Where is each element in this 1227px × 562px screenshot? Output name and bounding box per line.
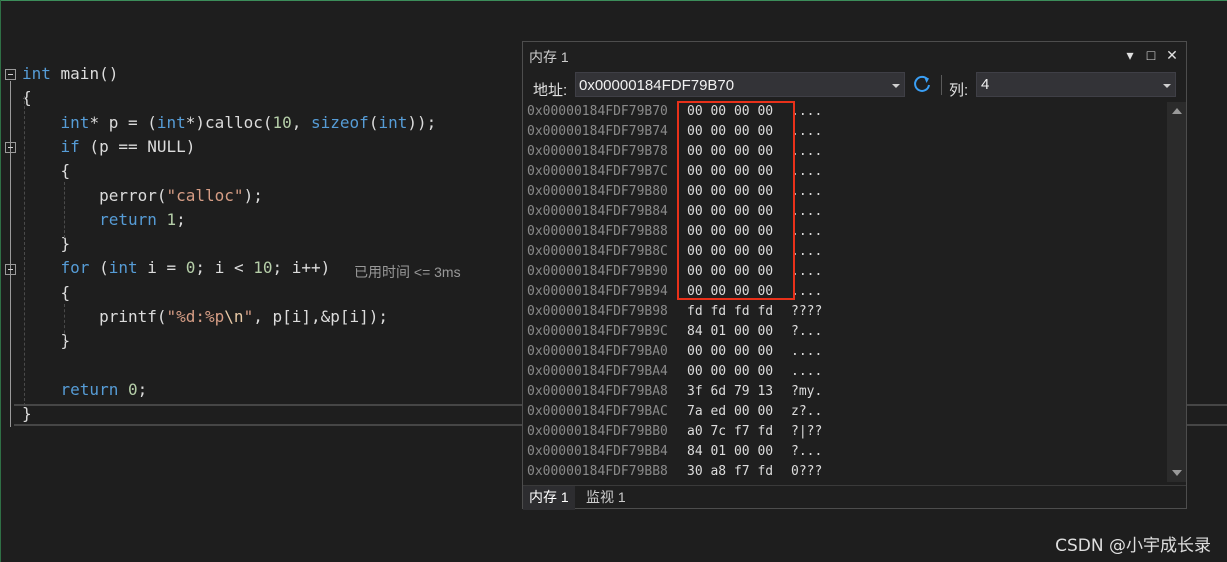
memory-address: 0x00000184FDF79B9C (527, 324, 668, 339)
code-line: return 0; (60, 379, 148, 399)
chevron-down-icon[interactable] (892, 84, 900, 88)
memory-address: 0x00000184FDF79BAC (527, 404, 668, 419)
memory-ascii: .... (791, 264, 823, 279)
memory-ascii: .... (791, 164, 823, 179)
memory-hex-bytes[interactable]: fd fd fd fd (687, 302, 773, 322)
memory-hex-bytes[interactable]: 30 a8 f7 fd (687, 462, 773, 482)
memory-ascii: .... (791, 364, 823, 379)
memory-ascii: ?... (791, 444, 823, 459)
fold-line-main (10, 81, 11, 427)
indent-guide-2 (64, 182, 65, 238)
code-line: perror("calloc"); (22, 185, 263, 205)
columns-label: 列: (949, 82, 969, 99)
code-line: { (22, 161, 71, 181)
memory-hex-bytes[interactable]: 00 00 00 00 (687, 362, 773, 382)
memory-ascii: .... (791, 344, 823, 359)
columns-value: 4 (981, 76, 990, 93)
address-input[interactable] (579, 75, 879, 95)
toolbar-separator (941, 75, 942, 95)
fold-toggle-for[interactable] (5, 264, 16, 275)
maximize-icon: □ (1146, 47, 1156, 63)
memory-ascii: .... (791, 284, 823, 299)
code-line: if (p == NULL) (60, 136, 196, 156)
tab-memory-1[interactable]: 内存 1 (523, 486, 575, 510)
address-combobox[interactable] (575, 72, 905, 97)
memory-address: 0x00000184FDF79B98 (527, 304, 668, 319)
memory-ascii: ???? (791, 304, 823, 319)
code-line: int* p = (int*)calloc(10, sizeof(int)); (60, 112, 437, 132)
memory-window[interactable]: 内存 1 ▾ □ ✕ 地址: 列: 4 0x00000184FDF79B70 00… (522, 41, 1187, 510)
memory-hex-bytes[interactable]: 3f 6d 79 13 (687, 382, 773, 402)
memory-tabs: 内存 1 监视 1 (523, 485, 1186, 510)
memory-address: 0x00000184FDF79BB8 (527, 464, 668, 479)
chevron-down-icon[interactable] (1163, 84, 1171, 88)
scroll-down-icon[interactable] (1172, 470, 1182, 476)
code-line: } (22, 331, 71, 351)
indent-guide-1 (24, 96, 25, 406)
columns-combobox[interactable]: 4 (976, 72, 1176, 97)
memory-hex-bytes[interactable]: 84 01 00 00 (687, 442, 773, 462)
refresh-icon[interactable] (911, 73, 933, 95)
indent-guide-3 (64, 304, 65, 344)
memory-address: 0x00000184FDF79B80 (527, 184, 668, 199)
memory-address: 0x00000184FDF79B90 (527, 264, 668, 279)
memory-address: 0x00000184FDF79B78 (527, 144, 668, 159)
memory-rows[interactable]: 0x00000184FDF79B70 00 00 00 00.... 0x00000… (527, 102, 1167, 482)
memory-ascii: .... (791, 124, 823, 139)
memory-ascii: ?my. (791, 384, 823, 399)
memory-address: 0x00000184FDF79B8C (527, 244, 668, 259)
memory-ascii: ?... (791, 324, 823, 339)
code-line: return 1; (99, 209, 186, 229)
code-line: } (22, 234, 71, 254)
code-line: int main() (22, 64, 119, 83)
close-button[interactable]: ✕ (1163, 44, 1181, 66)
fold-toggle-if[interactable] (5, 142, 16, 153)
memory-ascii: .... (791, 184, 823, 199)
memory-ascii: z?.. (791, 404, 823, 419)
scroll-up-icon[interactable] (1172, 108, 1182, 114)
close-icon: ✕ (1166, 47, 1178, 63)
memory-address: 0x00000184FDF79B70 (527, 104, 668, 119)
memory-address: 0x00000184FDF79B84 (527, 204, 668, 219)
memory-address: 0x00000184FDF79B88 (527, 224, 668, 239)
code-line: for (int i = 0; i < 10; i++) (60, 258, 331, 278)
window-top-border (0, 0, 1227, 1)
memory-hex-bytes[interactable]: 84 01 00 00 (687, 322, 773, 342)
memory-ascii: .... (791, 224, 823, 239)
code-line: { (22, 282, 71, 302)
chevron-down-icon: ▾ (1126, 47, 1134, 63)
memory-address: 0x00000184FDF79B74 (527, 124, 668, 139)
fold-line-if (10, 154, 11, 248)
watermark: CSDN @小宇成长录 (1055, 536, 1211, 556)
address-label: 地址: (533, 82, 568, 99)
code-line: printf("%d:%p\n", p[i],&p[i]); (22, 307, 389, 326)
elapsed-time-hint: 已用时间 <= 3ms (354, 264, 461, 280)
fold-toggle-main[interactable] (5, 69, 16, 80)
maximize-button[interactable]: □ (1142, 44, 1160, 66)
memory-address: 0x00000184FDF79B7C (527, 164, 668, 179)
vertical-scrollbar[interactable] (1167, 102, 1186, 482)
memory-address: 0x00000184FDF79BA8 (527, 384, 668, 399)
memory-ascii: 0??? (791, 464, 823, 479)
window-dropdown-button[interactable]: ▾ (1121, 44, 1139, 66)
memory-ascii: ?|?? (791, 424, 823, 439)
memory-address: 0x00000184FDF79BA4 (527, 364, 668, 379)
highlight-box (677, 101, 795, 300)
memory-ascii: .... (791, 244, 823, 259)
tab-watch-1[interactable]: 监视 1 (580, 486, 632, 508)
memory-address: 0x00000184FDF79B94 (527, 284, 668, 299)
memory-window-title: 内存 1 (529, 49, 569, 65)
memory-ascii: .... (791, 144, 823, 159)
memory-ascii: .... (791, 204, 823, 219)
memory-ascii: .... (791, 104, 823, 119)
memory-hex-bytes[interactable]: 7a ed 00 00 (687, 402, 773, 422)
memory-hex-bytes[interactable]: 00 00 00 00 (687, 342, 773, 362)
memory-hex-bytes[interactable]: a0 7c f7 fd (687, 422, 773, 442)
memory-address: 0x00000184FDF79BA0 (527, 344, 668, 359)
memory-address: 0x00000184FDF79BB4 (527, 444, 668, 459)
memory-address: 0x00000184FDF79BB0 (527, 424, 668, 439)
fold-line-for (10, 276, 11, 356)
